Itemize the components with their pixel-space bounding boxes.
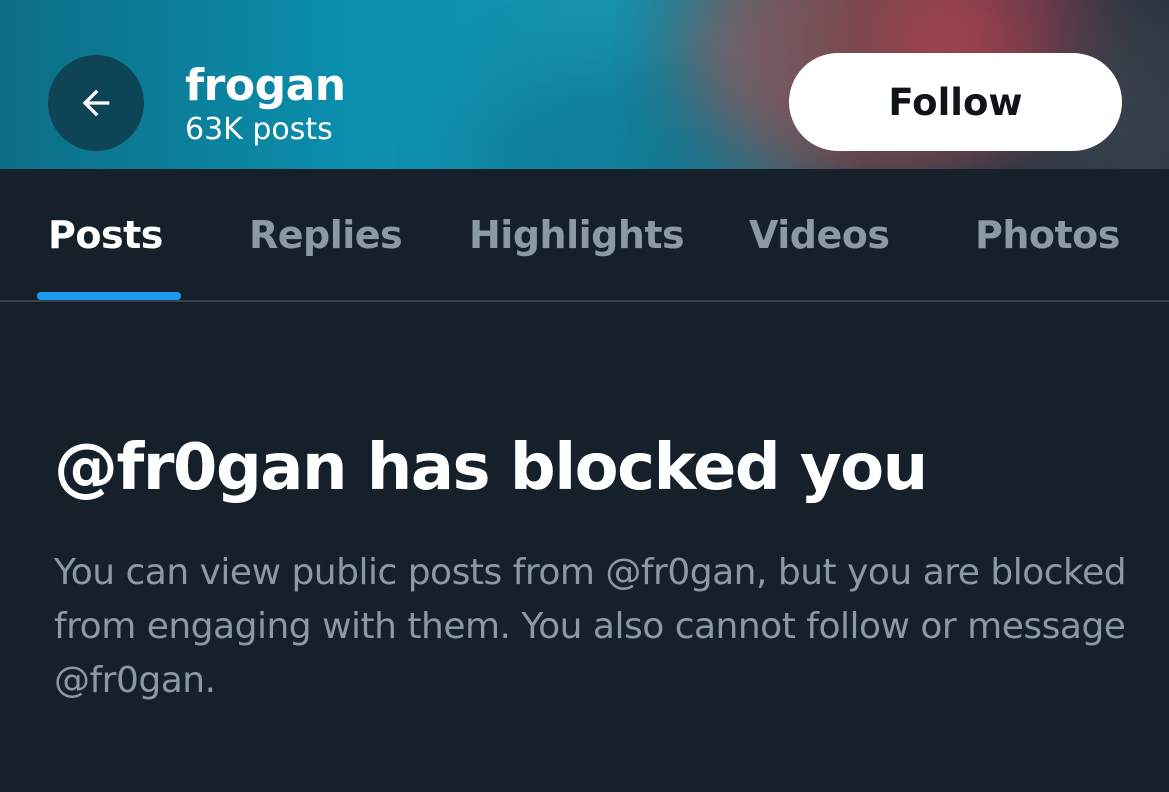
tab-photos[interactable]: Photos [975, 209, 1120, 261]
active-tab-indicator [37, 292, 181, 300]
tab-highlights[interactable]: Highlights [469, 209, 685, 261]
follow-button[interactable]: Follow [789, 53, 1122, 151]
post-count: 63K posts [185, 112, 333, 147]
arrow-left-icon [82, 89, 110, 117]
back-button[interactable] [48, 55, 144, 151]
blocked-title: @fr0gan has blocked you [54, 431, 928, 505]
tab-posts[interactable]: Posts [48, 209, 163, 261]
tab-videos[interactable]: Videos [749, 209, 890, 261]
profile-tabs: Posts Replies Highlights Videos Photos [0, 169, 1169, 301]
blocked-message: You can view public posts from @fr0gan, … [54, 552, 1127, 701]
profile-name: frogan [185, 60, 346, 111]
profile-header-banner: frogan 63K posts Follow [0, 0, 1169, 169]
tab-replies[interactable]: Replies [249, 209, 403, 261]
tab-divider [0, 300, 1169, 302]
